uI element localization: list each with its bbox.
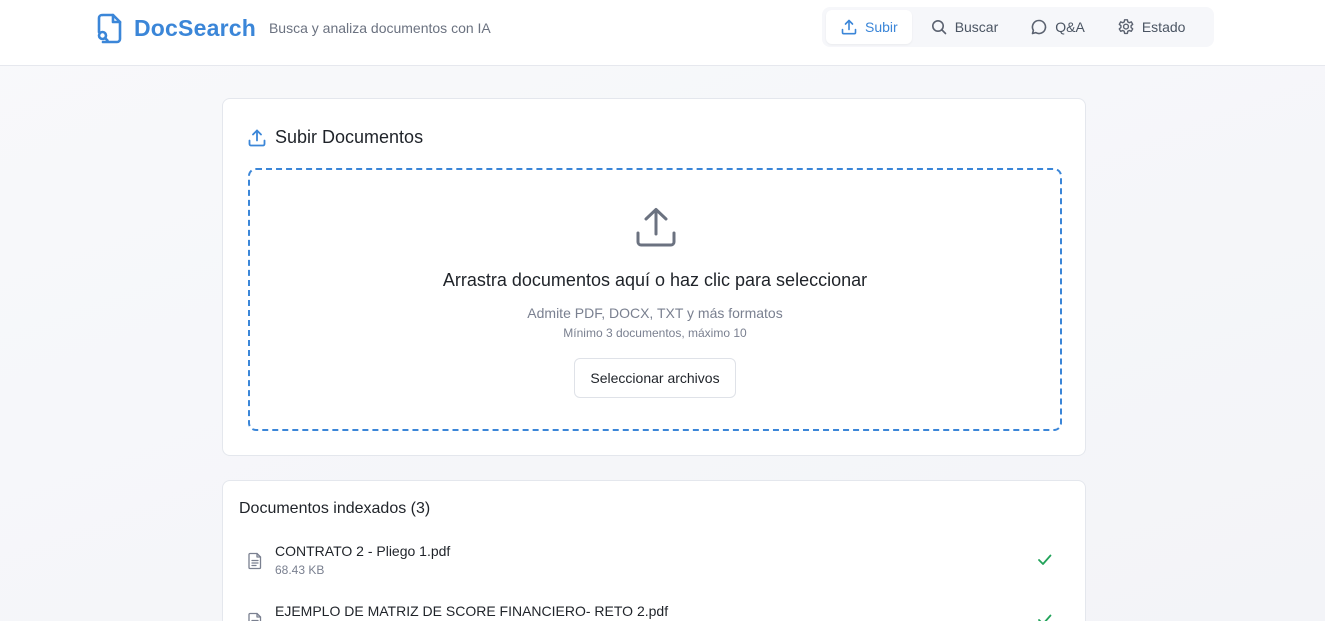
search-icon <box>930 18 948 36</box>
document-list-item[interactable]: EJEMPLO DE MATRIZ DE SCORE FINANCIERO- R… <box>239 602 1069 621</box>
nav-tab-subir[interactable]: Subir <box>826 10 912 44</box>
nav-tab-label: Q&A <box>1055 19 1085 35</box>
dropzone-limits: Mínimo 3 documentos, máximo 10 <box>563 326 747 340</box>
brand[interactable]: DocSearch Busca y analiza documentos con… <box>94 11 491 45</box>
brand-name: DocSearch <box>134 14 256 41</box>
nav-tab-qa[interactable]: Q&A <box>1016 10 1099 44</box>
nav-tab-label: Subir <box>865 19 898 35</box>
nav-tab-label: Estado <box>1141 19 1186 35</box>
upload-title-text: Subir Documentos <box>275 127 424 147</box>
gear-icon <box>1117 18 1135 36</box>
chat-bubble-icon <box>1030 18 1048 36</box>
upload-card-title: Subir Documentos <box>247 127 423 148</box>
top-header: DocSearch Busca y analiza documentos con… <box>0 0 1325 66</box>
file-dropzone[interactable]: Arrastra documentos aquí o haz clic para… <box>248 168 1062 431</box>
nav-tab-buscar[interactable]: Buscar <box>916 10 1013 44</box>
document-size: 68.43 KB <box>275 563 325 577</box>
upload-icon <box>840 18 858 36</box>
nav-tab-label: Buscar <box>954 19 999 35</box>
document-name: EJEMPLO DE MATRIZ DE SCORE FINANCIERO- R… <box>275 603 669 619</box>
main-nav: Subir Buscar Q&A Estado <box>822 7 1214 47</box>
file-text-icon <box>247 612 263 621</box>
select-files-button[interactable]: Seleccionar archivos <box>574 358 736 398</box>
check-icon <box>1036 611 1053 621</box>
file-search-icon <box>94 12 124 44</box>
nav-tab-estado[interactable]: Estado <box>1103 10 1200 44</box>
upload-card: Subir Documentos Arrastra documentos aqu… <box>222 98 1086 456</box>
document-name: CONTRATO 2 - Pliego 1.pdf <box>275 543 451 559</box>
brand-tagline: Busca y analiza documentos con IA <box>268 20 491 36</box>
dropzone-formats: Admite PDF, DOCX, TXT y más formatos <box>527 305 783 321</box>
dropzone-title: Arrastra documentos aquí o haz clic para… <box>442 270 868 290</box>
indexed-documents-title: Documentos indexados (3) <box>239 500 431 517</box>
upload-icon <box>247 128 267 148</box>
indexed-documents-card: Documentos indexados (3) CONTRATO 2 - Pl… <box>222 480 1086 621</box>
upload-icon <box>633 205 679 251</box>
file-text-icon <box>247 552 263 570</box>
document-list-item[interactable]: CONTRATO 2 - Pliego 1.pdf 68.43 KB <box>239 542 1069 592</box>
check-icon <box>1036 551 1053 568</box>
